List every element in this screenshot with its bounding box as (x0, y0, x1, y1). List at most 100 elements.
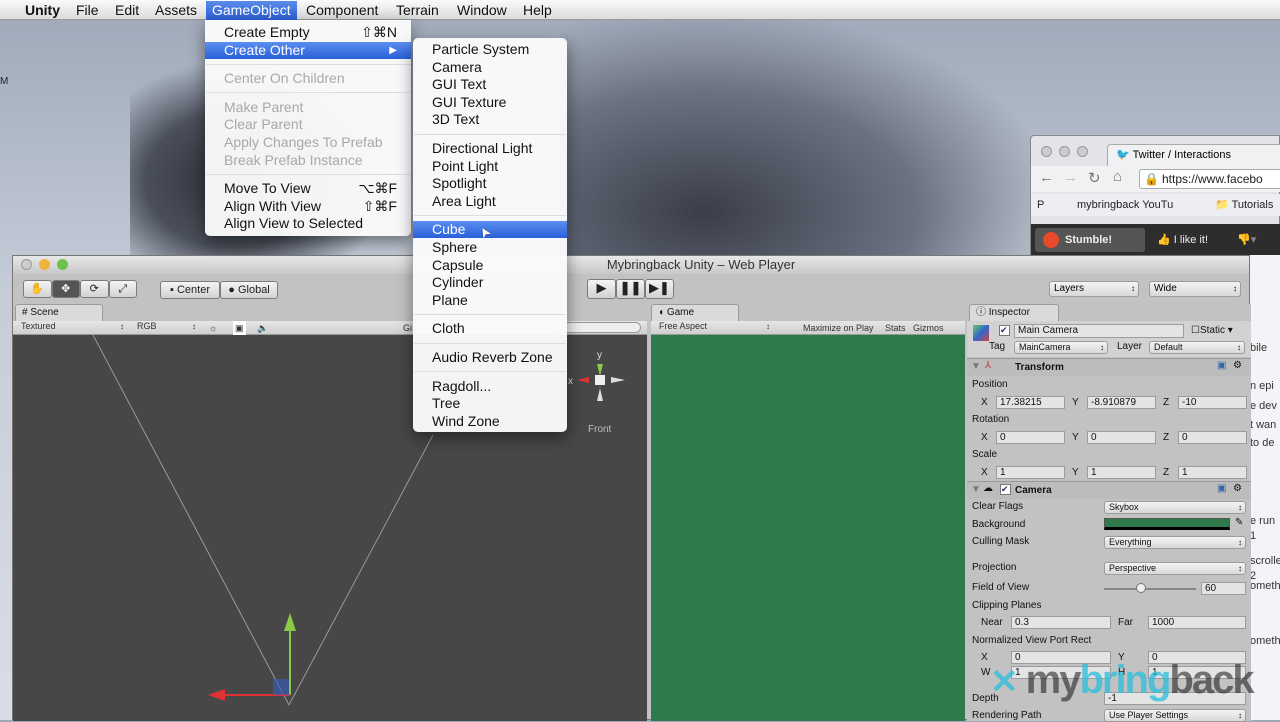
gizmo-neg-y-cone[interactable] (597, 388, 603, 401)
back-icon[interactable]: ← (1039, 169, 1054, 186)
menu-file[interactable]: File (70, 1, 105, 20)
pivot-center-button[interactable]: ▪ Center (160, 281, 220, 299)
position-z-input[interactable]: -10 (1178, 396, 1247, 409)
menu-item-cloth[interactable]: Cloth (413, 320, 567, 337)
menu-window[interactable]: Window (451, 1, 513, 20)
rotation-z-input[interactable]: 0 (1178, 431, 1247, 444)
menu-item-move-to-view[interactable]: Move To View ⌥⌘F (205, 180, 411, 197)
rotation-x-input[interactable]: 0 (996, 431, 1065, 444)
x-axis-arrow[interactable] (208, 689, 225, 701)
foldout-arrow-icon[interactable]: ▼ (971, 484, 981, 495)
layers-dropdown[interactable]: Layers (1049, 281, 1139, 297)
tab-game[interactable]: ◖ Game (651, 304, 739, 321)
clear-flags-dropdown[interactable]: Skybox (1104, 501, 1246, 514)
menu-help[interactable]: Help (517, 1, 558, 20)
menu-item-capsule[interactable]: Capsule (413, 257, 567, 274)
menu-item-gui-texture[interactable]: GUI Texture (413, 94, 567, 111)
help-icon[interactable]: ▣ (1217, 360, 1226, 371)
menu-item-tree[interactable]: Tree (413, 395, 567, 412)
menu-component[interactable]: Component (300, 1, 384, 20)
menu-item-camera[interactable]: Camera (413, 59, 567, 76)
home-icon[interactable]: ⌂ (1113, 168, 1122, 185)
help-icon[interactable]: ▣ (1217, 483, 1226, 494)
scale-y-input[interactable]: 1 (1087, 466, 1156, 479)
url-bar[interactable]: 🔒 https://www.facebo (1139, 169, 1280, 189)
dislike-icon[interactable]: 👎▾ (1237, 224, 1256, 256)
position-y-input[interactable]: -8.910879 (1087, 396, 1156, 409)
menu-item-plane[interactable]: Plane (413, 292, 567, 309)
fov-input[interactable]: 60 (1201, 582, 1246, 595)
minimize-light[interactable] (1059, 146, 1070, 157)
gizmo-y-cone[interactable] (597, 364, 603, 376)
layer-dropdown[interactable]: Default (1149, 341, 1245, 354)
rotate-tool-icon[interactable]: ⟳ (80, 280, 109, 298)
rendering-path-dropdown[interactable]: Use Player Settings (1104, 709, 1246, 722)
static-checkbox[interactable]: ☐Static ▾ (1191, 325, 1233, 336)
reload-icon[interactable]: ↻ (1088, 169, 1101, 187)
aspect-dropdown[interactable]: Free Aspect (655, 321, 773, 334)
browser-tab[interactable]: 🐦 Twitter / Interactions (1107, 144, 1280, 166)
game-gizmos-dropdown[interactable]: Gizmos (913, 321, 944, 335)
close-button[interactable] (21, 259, 32, 270)
hand-tool-icon[interactable]: ✋ (23, 280, 52, 298)
menu-terrain[interactable]: Terrain (390, 1, 445, 20)
gizmo-center-cube[interactable] (595, 375, 605, 385)
zoom-light[interactable] (1077, 146, 1088, 157)
menu-item-cylinder[interactable]: Cylinder (413, 274, 567, 291)
lighting-toggle-icon[interactable]: ☼ (209, 321, 217, 335)
background-color-swatch[interactable] (1104, 518, 1230, 530)
active-checkbox[interactable]: ✔ (999, 325, 1010, 336)
channel-dropdown[interactable]: RGB (133, 321, 199, 334)
menu-item-gui-text[interactable]: GUI Text (413, 76, 567, 93)
scene-gizmos-dropdown[interactable]: Gi (403, 321, 412, 335)
menu-item-particle-system[interactable]: Particle System (413, 41, 567, 58)
apple-menu-icon[interactable] (2, 1, 14, 20)
tab-inspector[interactable]: ⓘ Inspector (969, 304, 1059, 321)
gizmo-neg-x-cone[interactable] (611, 377, 625, 383)
position-x-input[interactable]: 17.38215 (996, 396, 1065, 409)
menu-item-point-light[interactable]: Point Light (413, 158, 567, 175)
audio-toggle-icon[interactable]: 🔈 (257, 321, 268, 335)
near-input[interactable]: 0.3 (1011, 616, 1111, 629)
tag-dropdown[interactable]: MainCamera (1014, 341, 1108, 354)
forward-icon[interactable]: → (1063, 169, 1078, 186)
camera-header[interactable]: ▼ ☁ ✔ Camera ▣ ⚙ (967, 481, 1251, 499)
pivot-global-button[interactable]: ● Global (220, 281, 278, 299)
gizmo-x-cone[interactable] (577, 377, 589, 383)
menu-item-wind-zone[interactable]: Wind Zone (413, 413, 567, 430)
layout-dropdown[interactable]: Wide (1149, 281, 1241, 297)
scale-z-input[interactable]: 1 (1178, 466, 1247, 479)
menu-item-align-with-view[interactable]: Align With View ⇧⌘F (205, 198, 411, 215)
menu-item-area-light[interactable]: Area Light (413, 193, 567, 210)
far-input[interactable]: 1000 (1148, 616, 1246, 629)
menu-item-ragdoll[interactable]: Ragdoll... (413, 378, 567, 395)
stats-toggle[interactable]: Stats (885, 321, 906, 335)
menu-assets[interactable]: Assets (149, 1, 203, 20)
eyedropper-icon[interactable]: ✎ (1235, 517, 1243, 528)
game-view[interactable] (651, 335, 965, 721)
projection-dropdown[interactable]: Perspective (1104, 562, 1246, 575)
object-name-input[interactable]: Main Camera (1014, 324, 1184, 338)
scale-tool-icon[interactable]: ⤢ (108, 280, 137, 298)
maximize-on-play-toggle[interactable]: Maximize on Play (803, 321, 874, 335)
bookmark-p[interactable]: P (1037, 194, 1044, 216)
menu-item-directional-light[interactable]: Directional Light (413, 140, 567, 157)
culling-mask-dropdown[interactable]: Everything (1104, 536, 1246, 549)
menu-item-create-empty[interactable]: Create Empty ⇧⌘N (205, 24, 411, 41)
pause-icon[interactable]: ❚❚ (616, 279, 645, 299)
camera-enabled-checkbox[interactable]: ✔ (1000, 484, 1011, 495)
menu-gameobject[interactable]: GameObject (206, 1, 297, 20)
minimize-button[interactable] (39, 259, 50, 270)
menu-item-align-view-to-selected[interactable]: Align View to Selected (205, 215, 411, 232)
menu-unity[interactable]: Unity (19, 1, 66, 20)
menu-item-3d-text[interactable]: 3D Text (413, 111, 567, 128)
y-axis-arrow[interactable] (284, 613, 296, 631)
transform-header[interactable]: ▼ ⅄ Transform ▣ ⚙ (967, 358, 1251, 376)
scene-image-toggle-icon[interactable]: ▣ (233, 321, 246, 335)
gear-icon[interactable]: ⚙ (1233, 360, 1242, 371)
fov-slider-track[interactable] (1104, 588, 1196, 590)
menu-edit[interactable]: Edit (109, 1, 145, 20)
zoom-button[interactable] (57, 259, 68, 270)
tab-scene[interactable]: # Scene (15, 304, 103, 321)
menu-item-create-other[interactable]: Create Other ▶ (205, 41, 411, 59)
